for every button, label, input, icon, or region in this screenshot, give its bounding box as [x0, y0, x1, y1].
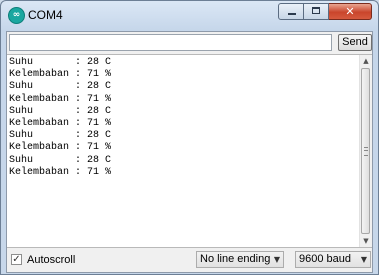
minimize-icon: [288, 13, 296, 15]
serial-output-line: Kelembaban : 71 %: [9, 69, 112, 81]
serial-input[interactable]: [9, 34, 332, 51]
maximize-button[interactable]: [304, 3, 329, 20]
arduino-icon: ∞: [8, 7, 25, 24]
chevron-down-icon: ▼: [273, 255, 280, 264]
autoscroll-label: Autoscroll: [27, 254, 76, 266]
serial-output-line: Suhu : 28 C: [9, 81, 112, 93]
autoscroll-checkbox[interactable]: ✓: [11, 254, 22, 265]
baud-rate-select[interactable]: 9600 baud ▼: [295, 251, 371, 268]
grip-icon: [364, 147, 368, 156]
serial-output-line: Kelembaban : 71 %: [9, 118, 112, 130]
line-ending-select[interactable]: No line ending ▼: [196, 251, 284, 268]
serial-output-line: Suhu : 28 C: [9, 105, 112, 117]
maximize-icon: [312, 7, 320, 14]
scroll-up-icon[interactable]: ▲: [360, 55, 372, 67]
serial-output-line: Kelembaban : 71 %: [9, 142, 112, 154]
close-button[interactable]: ✕: [329, 3, 372, 20]
window-title: COM4: [28, 8, 63, 22]
client-area: Send Suhu : 28 C Kelembaban : 71 % Suhu : …: [6, 31, 373, 273]
send-bar: Send: [7, 32, 372, 54]
serial-output-text: Suhu : 28 C Kelembaban : 71 % Suhu : 28 CK…: [9, 57, 359, 245]
baud-rate-value: 9600 baud: [299, 253, 351, 265]
serial-output-line: Kelembaban : 71 %: [9, 166, 112, 178]
serial-output-line: Suhu : 28 C: [9, 154, 112, 166]
caption-buttons: ✕: [278, 3, 372, 20]
vertical-scrollbar[interactable]: ▲ ▼: [359, 55, 372, 247]
scroll-down-icon[interactable]: ▼: [360, 235, 372, 247]
title-bar[interactable]: ∞ COM4 ✕: [1, 1, 378, 29]
line-ending-value: No line ending: [200, 253, 271, 265]
serial-output-line: Suhu : 28 C: [9, 57, 112, 68]
serial-output-line: Suhu : 28 C: [9, 130, 112, 142]
serial-output[interactable]: Suhu : 28 C Kelembaban : 71 % Suhu : 28 CK…: [7, 54, 372, 248]
chevron-down-icon: ▼: [360, 255, 367, 264]
scrollbar-thumb[interactable]: [361, 68, 370, 234]
serial-monitor-window: ∞ COM4 ✕ Send Suhu : 28 C Kelembaban : 71…: [0, 0, 379, 275]
send-button[interactable]: Send: [338, 34, 372, 51]
footer-bar: ✓ Autoscroll No line ending ▼ 9600 baud …: [7, 248, 372, 272]
close-icon: ✕: [345, 5, 355, 18]
minimize-button[interactable]: [278, 3, 304, 20]
serial-output-line: Kelembaban : 71 %: [9, 93, 112, 105]
